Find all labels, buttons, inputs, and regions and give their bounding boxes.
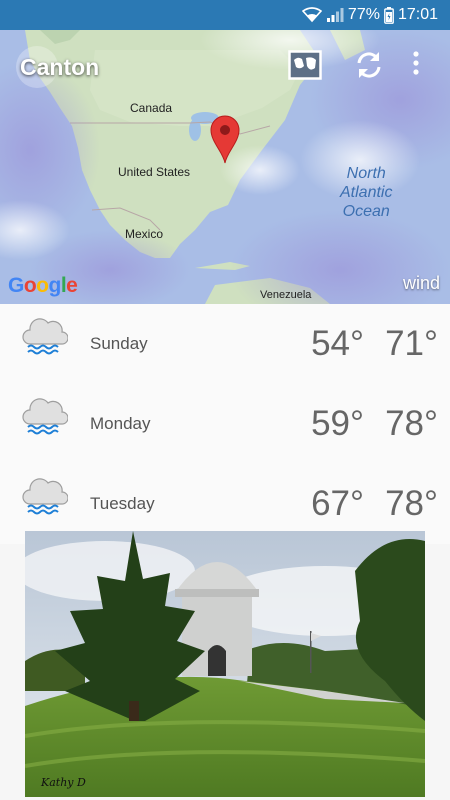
low-temp: 54° xyxy=(311,324,364,363)
rain-cloud-icon xyxy=(22,394,69,443)
clock: 17:01 xyxy=(397,6,438,23)
status-bar: 77% 17:01 xyxy=(0,0,450,30)
battery-icon xyxy=(384,6,394,24)
rain-cloud-icon xyxy=(22,314,69,363)
day-name: Tuesday xyxy=(90,494,155,513)
photo-signature: Kathy D xyxy=(41,776,86,789)
signal-icon xyxy=(326,7,344,23)
refresh-button[interactable] xyxy=(355,50,383,80)
refresh-icon xyxy=(357,52,381,78)
more-vert-icon xyxy=(413,51,419,75)
forecast-row-monday[interactable]: Monday 59° 78° xyxy=(0,384,450,464)
day-name: Monday xyxy=(90,414,151,433)
map-label-ocean: North Atlantic Ocean xyxy=(340,165,393,220)
google-logo: Google xyxy=(8,274,78,297)
forecast-row-sunday[interactable]: Sunday 54° 71° xyxy=(0,304,450,384)
rain-cloud-icon xyxy=(22,474,69,523)
high-temp: 78° xyxy=(385,404,438,443)
overflow-menu-button[interactable] xyxy=(412,50,420,76)
map-label-venezuela: Venezuela xyxy=(260,289,312,301)
map-layer-label: wind xyxy=(402,273,440,293)
map-layers-icon xyxy=(288,50,322,80)
location-pin-icon[interactable] xyxy=(209,114,241,169)
forecast-list: Sunday 54° 71° Monday 59° 78° Tuesday 67… xyxy=(0,304,450,544)
map-label-mexico: Mexico xyxy=(125,227,164,241)
city-title: Canton xyxy=(20,54,100,80)
wifi-icon xyxy=(301,7,322,23)
low-temp: 67° xyxy=(311,484,364,523)
map-label-united-states: United States xyxy=(118,165,191,179)
map-label-canada: Canada xyxy=(130,101,173,115)
day-name: Sunday xyxy=(90,334,148,353)
memorial-landmark-image xyxy=(25,531,425,797)
battery-percent: 77% xyxy=(347,6,380,23)
high-temp: 78° xyxy=(385,484,438,523)
high-temp: 71° xyxy=(385,324,438,363)
low-temp: 59° xyxy=(311,404,364,443)
city-photo[interactable]: Kathy D xyxy=(25,531,425,797)
weather-map[interactable]: Canada United States Mexico Venezuela No… xyxy=(0,30,450,304)
map-layer-button[interactable] xyxy=(288,50,322,80)
